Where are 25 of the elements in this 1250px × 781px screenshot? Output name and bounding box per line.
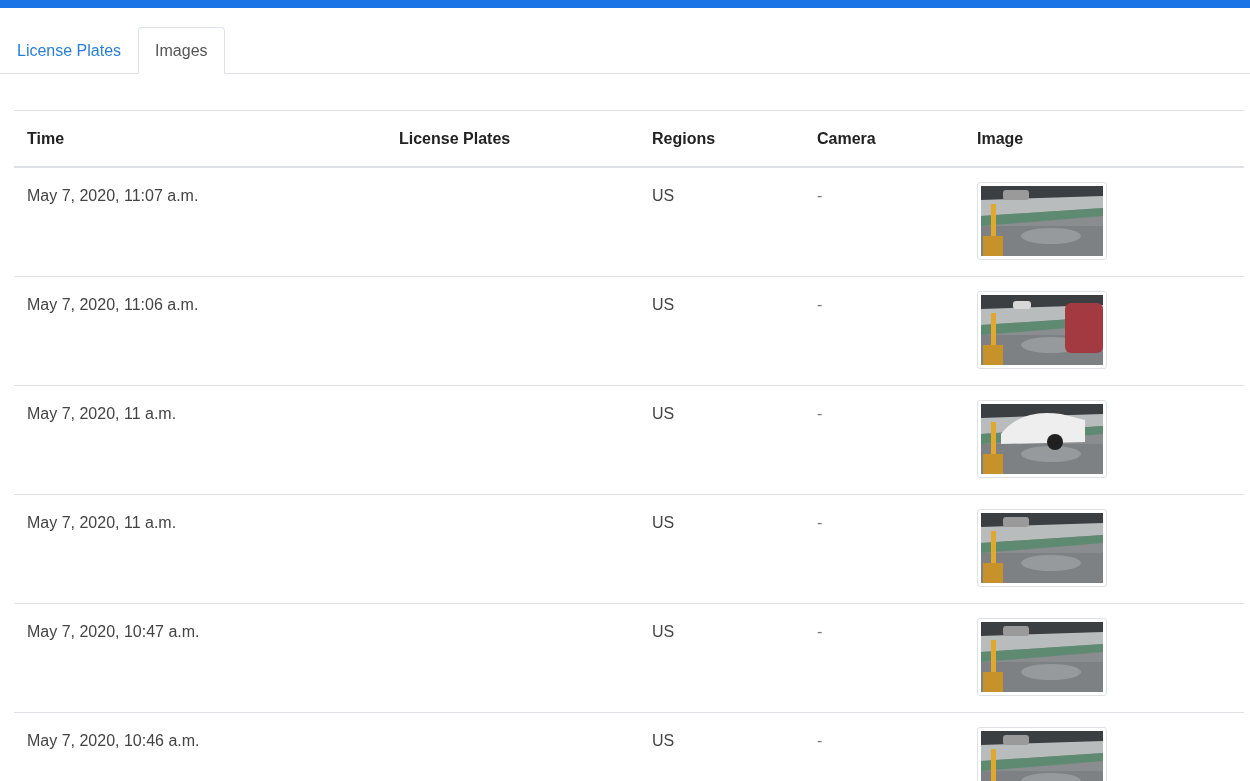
camera-text: - (817, 187, 823, 204)
time-text: May 7, 2020, 11 a.m. (27, 405, 177, 422)
time-text: May 7, 2020, 11:07 a.m. (27, 187, 199, 204)
tab[interactable]: License Plates (0, 27, 139, 74)
camera-text: - (817, 405, 823, 422)
column-header: Regions (652, 129, 716, 147)
camera-text: - (817, 732, 823, 749)
region-text: US (652, 514, 675, 531)
region-text: US (652, 623, 675, 640)
column-header: Time (27, 129, 65, 147)
camera-text: - (817, 296, 823, 313)
time-text: May 7, 2020, 11:06 a.m. (27, 296, 199, 313)
region-text: US (652, 732, 675, 749)
camera-text: - (817, 514, 823, 531)
region-text: US (652, 296, 675, 313)
time-text: May 7, 2020, 10:47 a.m. (27, 623, 200, 640)
column-header: Image (977, 129, 1024, 147)
camera-text: - (817, 623, 823, 640)
column-header: Camera (817, 129, 876, 147)
column-header: License Plates (399, 129, 511, 147)
time-text: May 7, 2020, 11 a.m. (27, 514, 177, 531)
region-text: US (652, 405, 675, 422)
tab[interactable]: Images (138, 27, 225, 74)
time-text: May 7, 2020, 10:46 a.m. (27, 732, 200, 749)
region-text: US (652, 187, 675, 204)
